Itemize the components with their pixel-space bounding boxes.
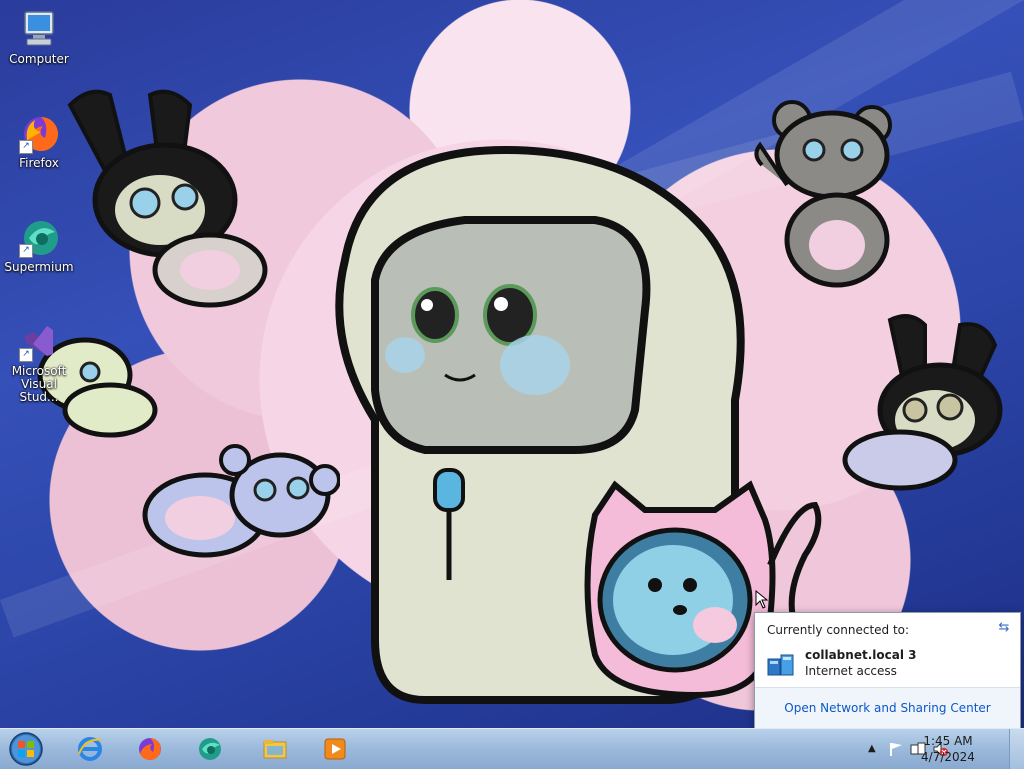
network-status: Internet access bbox=[805, 664, 897, 678]
taskbar: ▲ 1:45 AM 4/7/2024 bbox=[0, 728, 1024, 769]
system-tray: ▲ 1:45 AM 4/7/2024 bbox=[824, 729, 1024, 769]
taskbar-supermium[interactable] bbox=[182, 731, 236, 767]
shortcut-arrow-icon: ↗ bbox=[19, 244, 33, 258]
flyout-header: Currently connected to: bbox=[767, 623, 910, 637]
start-button[interactable] bbox=[4, 731, 48, 767]
folder-icon bbox=[263, 740, 287, 759]
flyout-footer: Open Network and Sharing Center bbox=[755, 687, 1020, 728]
shortcut-arrow-icon: ↗ bbox=[19, 140, 33, 154]
bear-character bbox=[142, 444, 340, 558]
ie-icon bbox=[78, 737, 102, 761]
open-network-sharing-center-link[interactable]: Open Network and Sharing Center bbox=[784, 701, 990, 715]
show-hidden-icons-icon[interactable]: ▲ bbox=[868, 741, 884, 757]
clock-time: 1:45 AM bbox=[923, 734, 973, 748]
mouse-cursor-icon bbox=[755, 590, 769, 609]
firefox-icon bbox=[139, 738, 161, 760]
supermium-icon bbox=[199, 738, 221, 760]
computer-icon bbox=[19, 10, 59, 50]
supermium-icon: ↗ bbox=[19, 218, 59, 258]
desktop-icon-label: Computer bbox=[9, 52, 69, 66]
desktop-icon-visual-studio[interactable]: ↗ Microsoft Visual Stud... bbox=[1, 322, 77, 404]
desktop-icon-computer[interactable]: Computer bbox=[1, 10, 77, 66]
taskbar-file-explorer[interactable] bbox=[247, 731, 301, 767]
clock-date: 4/7/2024 bbox=[921, 750, 975, 764]
desktop-icon-label: Microsoft Visual Stud... bbox=[11, 364, 67, 404]
desktop-icon-supermium[interactable]: ↗ Supermium bbox=[1, 218, 77, 274]
bear-character bbox=[754, 100, 892, 288]
clock[interactable]: 1:45 AM 4/7/2024 bbox=[918, 733, 978, 765]
visual-studio-icon: ↗ bbox=[19, 322, 59, 362]
network-flyout: Currently connected to: ⇆ collabnet.loca… bbox=[754, 612, 1021, 729]
taskbar-internet-explorer[interactable] bbox=[62, 731, 116, 767]
network-name: collabnet.local 3 bbox=[805, 648, 917, 662]
media-player-icon bbox=[324, 738, 346, 760]
action-center-flag-icon[interactable] bbox=[888, 741, 904, 757]
desktop-icon-label: Firefox bbox=[19, 156, 59, 170]
desktop-icon-label: Supermium bbox=[4, 260, 74, 274]
taskbar-media-player[interactable] bbox=[307, 731, 361, 767]
refresh-icon[interactable]: ⇆ bbox=[996, 620, 1012, 636]
bunny-character bbox=[67, 89, 268, 308]
desktop-icon-firefox[interactable]: ↗ Firefox bbox=[1, 114, 77, 170]
shortcut-arrow-icon: ↗ bbox=[19, 348, 33, 362]
firefox-icon: ↗ bbox=[19, 114, 59, 154]
taskbar-firefox[interactable] bbox=[122, 731, 176, 767]
network-icon bbox=[767, 651, 795, 677]
bunny-character bbox=[842, 314, 1003, 491]
show-desktop-button[interactable] bbox=[1009, 729, 1024, 769]
